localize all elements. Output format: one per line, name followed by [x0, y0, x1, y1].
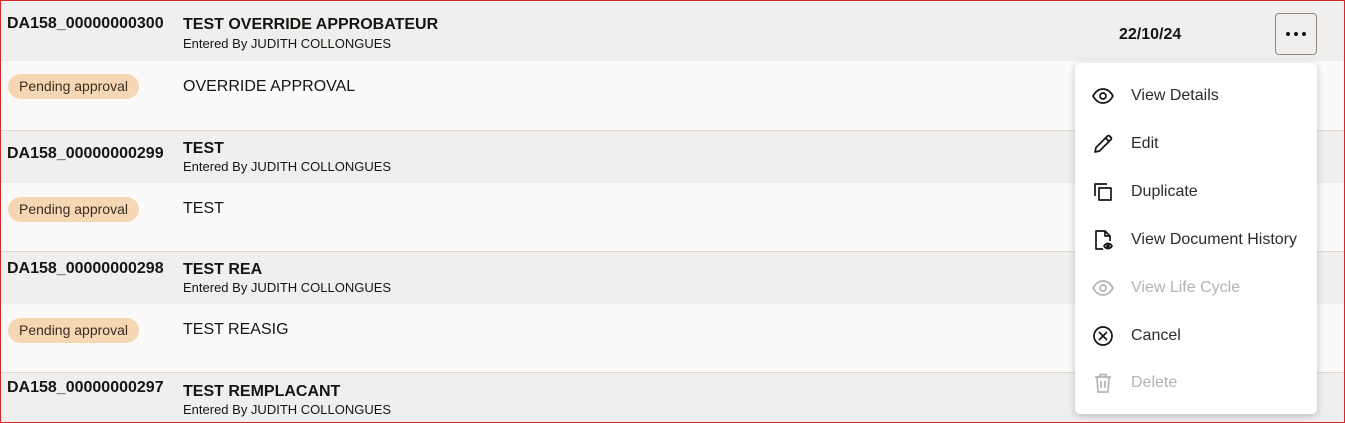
- eye-icon: [1092, 88, 1114, 104]
- menu-item-label: View Life Cycle: [1131, 279, 1241, 296]
- menu-item-label: Delete: [1131, 374, 1178, 391]
- menu-item-label: Duplicate: [1131, 183, 1198, 200]
- menu-item-label: Cancel: [1131, 327, 1181, 344]
- duplicate-icon: [1094, 183, 1112, 201]
- document-id: DA158_00000000299: [7, 145, 164, 162]
- document-title[interactable]: TEST: [183, 140, 224, 158]
- more-actions-button[interactable]: [1275, 13, 1317, 55]
- menu-item-delete: Delete: [1075, 359, 1317, 407]
- menu-item-duplicate[interactable]: Duplicate: [1075, 168, 1317, 216]
- status-badge: Pending approval: [8, 197, 139, 222]
- document-id: DA158_00000000300: [7, 15, 164, 32]
- status-badge: Pending approval: [8, 318, 139, 343]
- entered-by: Entered By JUDITH COLLONGUES: [183, 280, 392, 295]
- document-description: OVERRIDE APPROVAL: [183, 78, 356, 95]
- document-id: DA158_00000000297: [7, 379, 164, 396]
- status-badge: Pending approval: [8, 74, 139, 99]
- document-id: DA158_00000000298: [7, 260, 164, 277]
- document-title[interactable]: TEST REA: [183, 261, 262, 279]
- more-icon: [1286, 32, 1306, 36]
- menu-item-label: View Document History: [1131, 231, 1297, 248]
- document-description: TEST REASIG: [183, 321, 289, 338]
- menu-item-label: View Details: [1131, 87, 1219, 104]
- document-title[interactable]: TEST REMPLACANT: [183, 383, 340, 401]
- menu-item-cancel[interactable]: Cancel: [1075, 312, 1317, 360]
- entered-by: Entered By JUDITH COLLONGUES: [183, 402, 392, 417]
- document-title[interactable]: TEST OVERRIDE APPROBATEUR: [183, 16, 438, 34]
- entered-by: Entered By JUDITH COLLONGUES: [183, 36, 392, 51]
- menu-item-edit[interactable]: Edit: [1075, 120, 1317, 168]
- document-list: DA158_00000000300 TEST OVERRIDE APPROBAT…: [0, 0, 1345, 423]
- document-history-icon: [1095, 230, 1113, 250]
- menu-item-view-document-history[interactable]: View Document History: [1075, 216, 1317, 264]
- document-description: TEST: [183, 200, 224, 217]
- actions-menu: View Details Edit Duplicate View Documen…: [1075, 63, 1317, 414]
- menu-item-view-life-cycle: View Life Cycle: [1075, 264, 1317, 312]
- trash-icon: [1095, 373, 1111, 393]
- document-date: 22/10/24: [1119, 26, 1182, 43]
- menu-item-view-details[interactable]: View Details: [1075, 72, 1317, 120]
- entered-by: Entered By JUDITH COLLONGUES: [183, 159, 392, 174]
- menu-item-label: Edit: [1131, 135, 1159, 152]
- eye-icon: [1092, 280, 1114, 296]
- cancel-circle-icon: [1093, 326, 1113, 346]
- list-item-header: DA158_00000000300 TEST OVERRIDE APPROBAT…: [1, 1, 1344, 61]
- pencil-icon: [1094, 134, 1113, 153]
